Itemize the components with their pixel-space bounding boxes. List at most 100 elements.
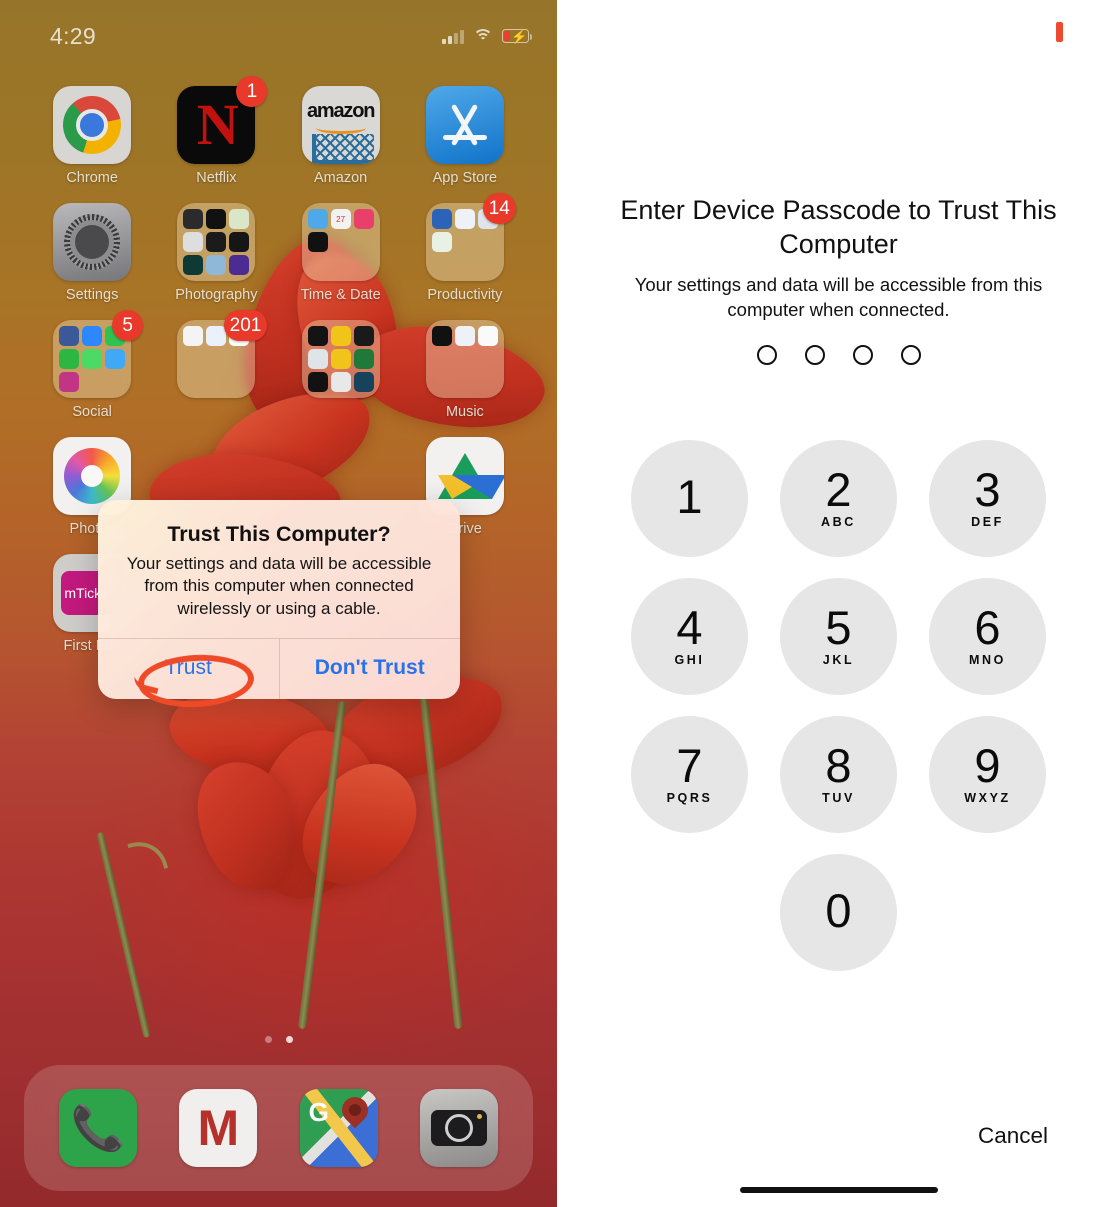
camera-icon[interactable] <box>419 1089 498 1167</box>
badge-count: 14 <box>482 193 516 224</box>
trust-button[interactable]: Trust <box>98 639 280 700</box>
folder-label: Social <box>72 404 112 420</box>
passcode-dots <box>557 345 1120 365</box>
folder-productivity[interactable]: 14 Productivity <box>403 193 527 303</box>
key-letters: PQRS <box>666 791 713 806</box>
key-1[interactable]: 1 <box>631 440 748 557</box>
alert-title: Trust This Computer? <box>167 522 391 546</box>
numeric-keypad: 1 2 ABC 3 DEF 4 GHI 5 JKL 6 MNO 7 PQRS 8… <box>557 440 1120 971</box>
folder-time-date-icon[interactable]: 27 <box>301 203 380 281</box>
key-8[interactable]: 8 TUV <box>780 716 897 833</box>
iphone-home-screen: 4:29 ⚡ Chrome N 1 Netflix amazon Amazon … <box>0 0 557 1207</box>
passcode-title: Enter Device Passcode to Trust This Comp… <box>620 195 1057 260</box>
battery-charging-icon: ⚡ <box>502 29 532 44</box>
folder-google-icon[interactable]: ▶ 201 <box>177 310 268 398</box>
key-9[interactable]: 9 WXYZ <box>929 716 1046 833</box>
annotation-marker <box>1056 22 1063 42</box>
folder-google[interactable]: ▶ 201 <box>154 310 278 420</box>
key-digit: 4 <box>676 600 703 654</box>
chrome-icon[interactable] <box>53 86 132 164</box>
key-letters: WXYZ <box>964 791 1011 806</box>
wifi-icon <box>473 28 493 44</box>
key-letters: GHI <box>674 653 705 668</box>
key-6[interactable]: 6 MNO <box>929 578 1046 695</box>
folder-photography-icon[interactable] <box>177 203 256 281</box>
app-label: Chrome <box>66 170 118 186</box>
key-digit: 0 <box>825 883 852 937</box>
app-row: Chrome N 1 Netflix amazon Amazon App Sto… <box>0 76 557 186</box>
page-indicator-dots[interactable] <box>0 1036 557 1043</box>
status-time: 4:29 <box>50 22 96 49</box>
gmail-icon[interactable]: M <box>179 1089 258 1167</box>
app-settings[interactable]: Settings <box>30 203 154 303</box>
trust-computer-alert: Trust This Computer? Your settings and d… <box>98 500 461 700</box>
key-5[interactable]: 5 JKL <box>780 578 897 695</box>
folder-social[interactable]: 5 Social <box>30 310 154 420</box>
dont-trust-button[interactable]: Don't Trust <box>280 639 461 699</box>
dual-screenshot: 4:29 ⚡ Chrome N 1 Netflix amazon Amazon … <box>0 0 1120 1207</box>
key-digit: 8 <box>825 738 852 792</box>
passcode-dot <box>852 345 873 365</box>
alert-button-row: Trust Don't Trust <box>98 638 461 700</box>
key-7[interactable]: 7 PQRS <box>631 716 748 833</box>
app-store-icon[interactable] <box>425 86 504 164</box>
dock: 📞 M G <box>24 1065 533 1191</box>
phone-icon[interactable]: 📞 <box>59 1089 138 1167</box>
folder-music-icon[interactable] <box>425 320 504 398</box>
key-3[interactable]: 3 DEF <box>929 440 1046 557</box>
folder-label: Music <box>445 404 484 420</box>
status-indicators: ⚡ <box>442 28 532 44</box>
status-bar: 4:29 ⚡ <box>0 0 557 58</box>
passcode-subtitle: Your settings and data will be accessibl… <box>634 273 1043 320</box>
key-letters: ABC <box>821 515 856 530</box>
passcode-header: Enter Device Passcode to Trust This Comp… <box>557 193 1120 323</box>
folder-music[interactable]: Music <box>403 320 527 420</box>
google-maps-icon[interactable]: G <box>299 1089 378 1167</box>
badge-count: 201 <box>223 310 268 341</box>
key-digit: 2 <box>825 462 852 516</box>
key-digit: 7 <box>676 738 703 792</box>
app-label: Netflix <box>196 170 237 186</box>
folder-photography[interactable]: Photography <box>154 203 278 303</box>
folder-label: Time & Date <box>300 287 381 303</box>
key-letters: TUV <box>822 791 855 806</box>
settings-gear-icon[interactable] <box>53 203 132 281</box>
passcode-entry-screen: Enter Device Passcode to Trust This Comp… <box>557 0 1120 1207</box>
key-0[interactable]: 0 <box>780 854 897 971</box>
key-digit: 3 <box>974 462 1001 516</box>
app-label: Amazon <box>314 170 368 186</box>
app-amazon[interactable]: amazon Amazon <box>279 86 403 186</box>
badge-count: 1 <box>236 76 268 107</box>
netflix-icon[interactable]: N 1 <box>177 76 268 164</box>
alert-message: Your settings and data will be accessibl… <box>126 554 432 618</box>
app-label: Settings <box>65 287 119 303</box>
app-label: App Store <box>432 170 498 186</box>
folder-utilities[interactable] <box>279 320 403 420</box>
folder-utilities-icon[interactable] <box>301 320 380 398</box>
passcode-dot <box>900 345 921 365</box>
page-dot[interactable] <box>264 1036 272 1043</box>
folder-label: Photography <box>175 287 258 303</box>
app-netflix[interactable]: N 1 Netflix <box>154 76 278 186</box>
home-indicator[interactable] <box>739 1187 938 1193</box>
folder-time-date[interactable]: 27 Time & Date <box>279 203 403 303</box>
key-digit: 1 <box>676 469 703 523</box>
app-chrome[interactable]: Chrome <box>30 86 154 186</box>
passcode-dot <box>756 345 777 365</box>
cancel-button[interactable]: Cancel <box>978 1123 1048 1149</box>
key-digit: 9 <box>974 738 1001 792</box>
folder-productivity-icon[interactable]: 14 <box>425 193 516 281</box>
key-digit: 6 <box>974 600 1001 654</box>
cellular-signal-icon <box>442 29 464 44</box>
key-letters: DEF <box>971 515 1004 530</box>
amazon-icon[interactable]: amazon <box>301 86 380 164</box>
passcode-dot <box>804 345 825 365</box>
key-letters: JKL <box>822 653 855 668</box>
badge-count: 5 <box>112 310 144 341</box>
key-4[interactable]: 4 GHI <box>631 578 748 695</box>
folder-social-icon[interactable]: 5 <box>53 310 144 398</box>
key-2[interactable]: 2 ABC <box>780 440 897 557</box>
folder-label: Productivity <box>427 287 503 303</box>
app-app-store[interactable]: App Store <box>403 86 527 186</box>
page-dot-active[interactable] <box>285 1036 293 1043</box>
